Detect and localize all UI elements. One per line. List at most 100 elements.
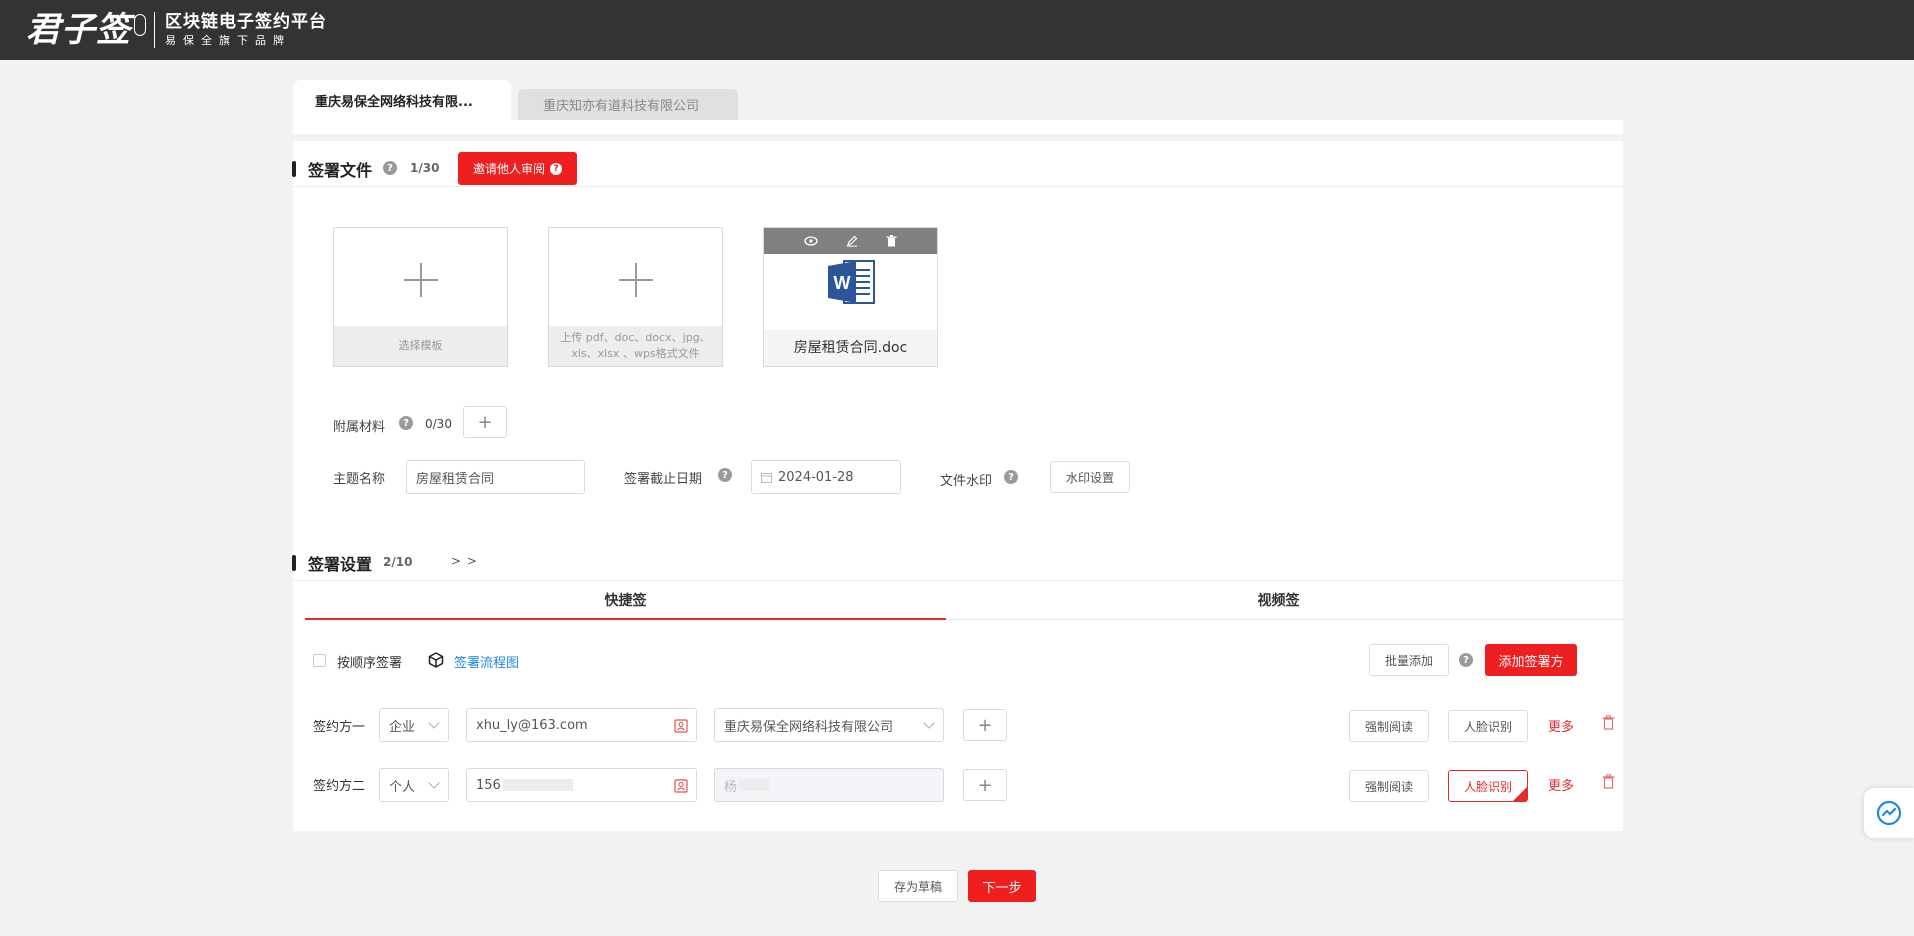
document-card[interactable]: W 房屋租赁合同.doc [763,227,938,367]
logo-seal-icon [134,14,146,36]
cube-icon [428,652,444,668]
face-recognition-button[interactable]: 人脸识别 [1448,710,1528,742]
platform-subtitle: 易保全旗下品牌 [165,34,291,47]
chevron-down-icon [428,777,440,789]
deadline-input[interactable]: 2024-01-28 [751,460,901,494]
chevron-down-icon [923,717,935,729]
document-toolbar [764,228,937,254]
word-file-icon: W [828,260,875,304]
document-name: 房屋租赁合同.doc [764,330,937,366]
divider [293,580,1623,581]
more-link[interactable]: 更多 [1548,775,1574,794]
sign-settings-title: 签署设置 [308,555,373,574]
eye-icon[interactable] [804,236,818,246]
upload-hint: 上传 pdf、doc、docx、jpg、xls、xlsx 、wps格式文件 [549,326,722,366]
delete-icon[interactable] [886,235,897,247]
main-panel: 签署文件 ? 1/30 邀请他人审阅 ? 选择模板 上传 pdf、doc、doc… [292,141,1623,831]
signer-type-value: 个人 [389,779,416,795]
signer-type-select[interactable]: 企业 [379,708,449,742]
face-recognition-button-selected[interactable]: 人脸识别 [1448,770,1528,802]
upload-file-card[interactable]: 上传 pdf、doc、docx、jpg、xls、xlsx 、wps格式文件 [548,227,723,367]
add-signer-button[interactable]: 添加签署方 [1485,644,1577,676]
signer-account-input[interactable]: 156 [466,768,697,802]
signer-name-value: 重庆易保全网络科技有限公司 [724,719,894,735]
select-template-label: 选择模板 [334,326,507,366]
signer-account-value: 156 [476,777,501,793]
signer-label: 签约方二 [313,779,366,794]
deadline-value: 2024-01-28 [778,469,854,485]
signer-account-value: xhu_ly@163.com [476,717,588,733]
add-attachment-button[interactable]: + [463,406,507,438]
signer-type-value: 企业 [389,719,416,735]
force-read-button[interactable]: 强制阅读 [1349,770,1429,802]
attachments-label: 附属材料 [333,420,386,435]
brand-logo[interactable]: 君子签 [26,13,146,47]
signer-count: 2/10 [383,555,413,569]
trash-icon[interactable] [1602,774,1615,789]
section-marker [292,555,296,571]
deadline-label: 签署截止日期 [624,472,703,487]
brand-text: 区块链电子签约平台 易保全旗下品牌 [165,11,327,49]
floating-support-widget[interactable] [1864,788,1914,838]
selected-corner-icon [1513,787,1527,801]
section-marker [292,161,296,177]
plus-icon [549,250,722,310]
more-link[interactable]: 更多 [1548,716,1574,735]
panel-strip [293,120,1623,134]
help-icon[interactable]: ? [718,468,732,482]
support-icon [1876,800,1902,826]
masked-text [739,779,770,791]
platform-title: 区块链电子签约平台 [165,12,327,32]
next-step-button[interactable]: 下一步 [968,870,1036,902]
help-icon: ? [550,162,562,175]
add-signer-field-button[interactable]: + [963,769,1007,801]
sequential-label: 按顺序签署 [337,656,403,671]
subject-label: 主题名称 [333,472,386,487]
attachments-count: 0/30 [425,417,452,431]
company-tab-inactive[interactable]: 重庆知亦有道科技有限公司 [518,89,738,120]
plus-icon [334,250,507,310]
signer-name-input: 杨 [714,768,944,802]
contact-book-icon[interactable] [674,779,688,793]
file-count: 1/30 [410,161,440,175]
tab-video-sign[interactable]: 视频签 [946,590,1611,610]
invite-review-button[interactable]: 邀请他人审阅 ? [458,152,577,185]
signer-name-select[interactable]: 重庆易保全网络科技有限公司 [714,708,944,742]
help-icon[interactable]: ? [1459,653,1473,667]
logo-text: 君子签 [26,10,131,50]
signer-account-input[interactable]: xhu_ly@163.com [466,708,697,742]
signer-name-value: 杨 [724,779,738,795]
batch-add-button[interactable]: 批量添加 [1369,644,1449,676]
active-tab-indicator [305,618,946,620]
face-recognition-label: 人脸识别 [1463,779,1512,794]
help-icon[interactable]: ? [383,161,397,175]
divider [293,186,1623,187]
company-tab-active[interactable]: 重庆易保全网络科技有限... [293,80,511,120]
save-draft-button[interactable]: 存为草稿 [878,870,958,902]
masked-text [502,779,573,791]
sequential-checkbox[interactable] [313,654,326,667]
signer-type-select[interactable]: 个人 [379,768,449,802]
add-signer-field-button[interactable]: + [963,709,1007,741]
help-icon[interactable]: ? [399,416,413,430]
chevron-down-icon [428,717,440,729]
sign-files-title: 签署文件 [308,161,373,180]
subject-input[interactable]: 房屋租赁合同 [406,460,585,494]
watermark-label: 文件水印 [940,474,993,489]
calendar-icon [761,472,772,483]
help-icon[interactable]: ? [1004,470,1018,484]
edit-icon[interactable] [846,235,858,247]
brand-divider [154,12,155,48]
watermark-settings-button[interactable]: 水印设置 [1050,461,1130,493]
select-template-card[interactable]: 选择模板 [333,227,508,367]
flow-chart-link[interactable]: 签署流程图 [454,652,519,671]
contact-book-icon[interactable] [674,719,688,733]
top-header: 君子签 区块链电子签约平台 易保全旗下品牌 [0,0,1914,60]
expand-toggle[interactable]: > > [451,554,478,568]
signer-label: 签约方一 [313,720,366,735]
force-read-button[interactable]: 强制阅读 [1349,710,1429,742]
tab-quick-sign[interactable]: 快捷签 [305,590,946,610]
svg-text:W: W [834,273,851,293]
trash-icon[interactable] [1602,715,1615,730]
invite-review-label: 邀请他人审阅 [472,162,545,176]
